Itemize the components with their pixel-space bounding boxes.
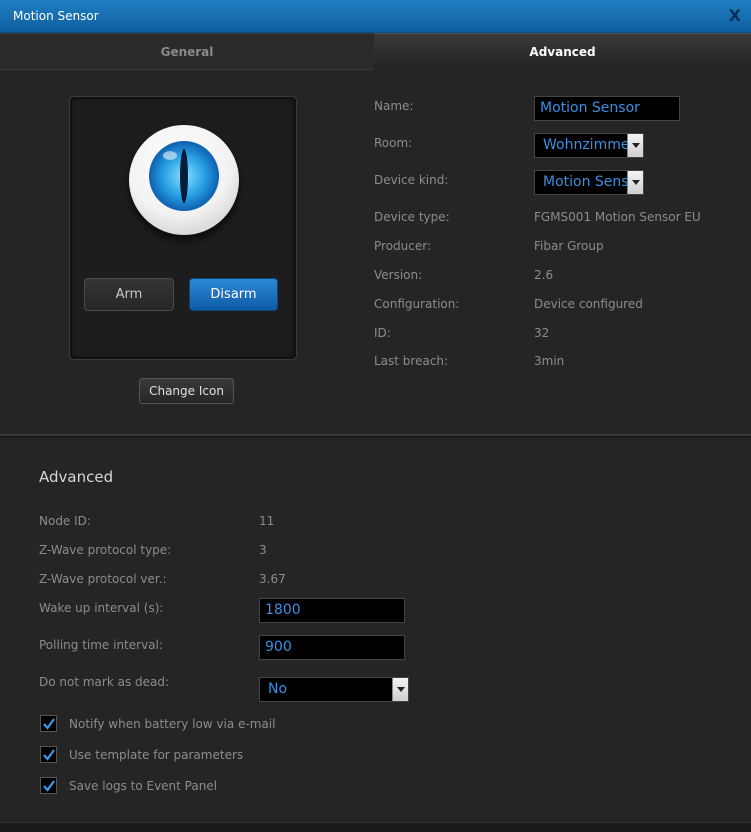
version-value: 2.6 — [534, 268, 554, 282]
tab-advanced[interactable]: Advanced — [374, 33, 751, 70]
checkmark-icon — [43, 780, 55, 792]
device-kind-select[interactable]: Motion Sensor — [534, 170, 644, 195]
id-label: ID: — [374, 326, 391, 340]
wakeup-interval-label: Wake up interval (s): — [39, 601, 164, 615]
configuration-value: Device configured — [534, 297, 643, 311]
advanced-section-title: Advanced — [39, 468, 114, 486]
change-icon-button[interactable]: Change Icon — [139, 378, 234, 404]
use-template-label: Use template for parameters — [69, 748, 244, 762]
chevron-down-icon[interactable] — [392, 678, 408, 701]
polling-interval-label: Polling time interval: — [39, 638, 163, 652]
eye-pupil — [180, 149, 188, 203]
protocol-type-value: 3 — [259, 543, 267, 557]
device-type-value: FGMS001 Motion Sensor EU — [534, 210, 701, 224]
room-label: Room: — [374, 136, 413, 150]
mark-dead-label: Do not mark as dead: — [39, 675, 170, 689]
section-divider — [0, 434, 751, 437]
protocol-ver-value: 3.67 — [259, 572, 286, 586]
mark-dead-select[interactable]: No — [259, 677, 409, 702]
room-select-value: Wohnzimmer — [543, 137, 636, 153]
tab-bar: General Advanced — [0, 33, 751, 70]
save-logs-checkbox[interactable] — [40, 777, 57, 794]
producer-label: Producer: — [374, 239, 432, 253]
device-kind-label: Device kind: — [374, 173, 449, 187]
close-icon[interactable]: X — [729, 6, 741, 26]
node-id-label: Node ID: — [39, 514, 91, 528]
id-value: 32 — [534, 326, 550, 340]
checkmark-icon — [43, 718, 55, 730]
last-breach-label: Last breach: — [374, 354, 449, 368]
protocol-type-label: Z-Wave protocol type: — [39, 543, 172, 557]
eye-shine — [163, 151, 177, 160]
disarm-button[interactable]: Disarm — [189, 278, 278, 311]
wakeup-interval-input[interactable]: 1800 — [259, 598, 405, 623]
window-titlebar: Motion Sensor X — [0, 0, 751, 33]
chevron-down-icon[interactable] — [627, 171, 643, 194]
last-breach-value: 3min — [534, 354, 565, 368]
producer-value: Fibar Group — [534, 239, 604, 253]
notify-battery-checkbox[interactable] — [40, 715, 57, 732]
room-select[interactable]: Wohnzimmer — [534, 133, 644, 158]
tab-general[interactable]: General — [0, 33, 374, 70]
save-logs-label: Save logs to Event Panel — [69, 779, 218, 793]
device-type-label: Device type: — [374, 210, 450, 224]
mark-dead-select-value: No — [268, 681, 288, 697]
node-id-value: 11 — [259, 514, 275, 528]
configuration-label: Configuration: — [374, 297, 460, 311]
name-input[interactable]: Motion Sensor — [534, 96, 680, 121]
device-icon-panel: Arm Disarm — [69, 96, 297, 360]
protocol-ver-label: Z-Wave protocol ver.: — [39, 572, 167, 586]
version-label: Version: — [374, 268, 423, 282]
use-template-checkbox[interactable] — [40, 746, 57, 763]
polling-interval-input[interactable]: 900 — [259, 635, 405, 660]
arm-button[interactable]: Arm — [84, 278, 174, 311]
motion-sensor-eye-icon — [129, 125, 239, 235]
notify-battery-label: Notify when battery low via e-mail — [69, 717, 276, 731]
eye-iris — [149, 141, 219, 211]
chevron-down-icon[interactable] — [627, 134, 643, 157]
name-label: Name: — [374, 99, 414, 113]
window-title: Motion Sensor — [13, 9, 99, 23]
checkmark-icon — [43, 749, 55, 761]
